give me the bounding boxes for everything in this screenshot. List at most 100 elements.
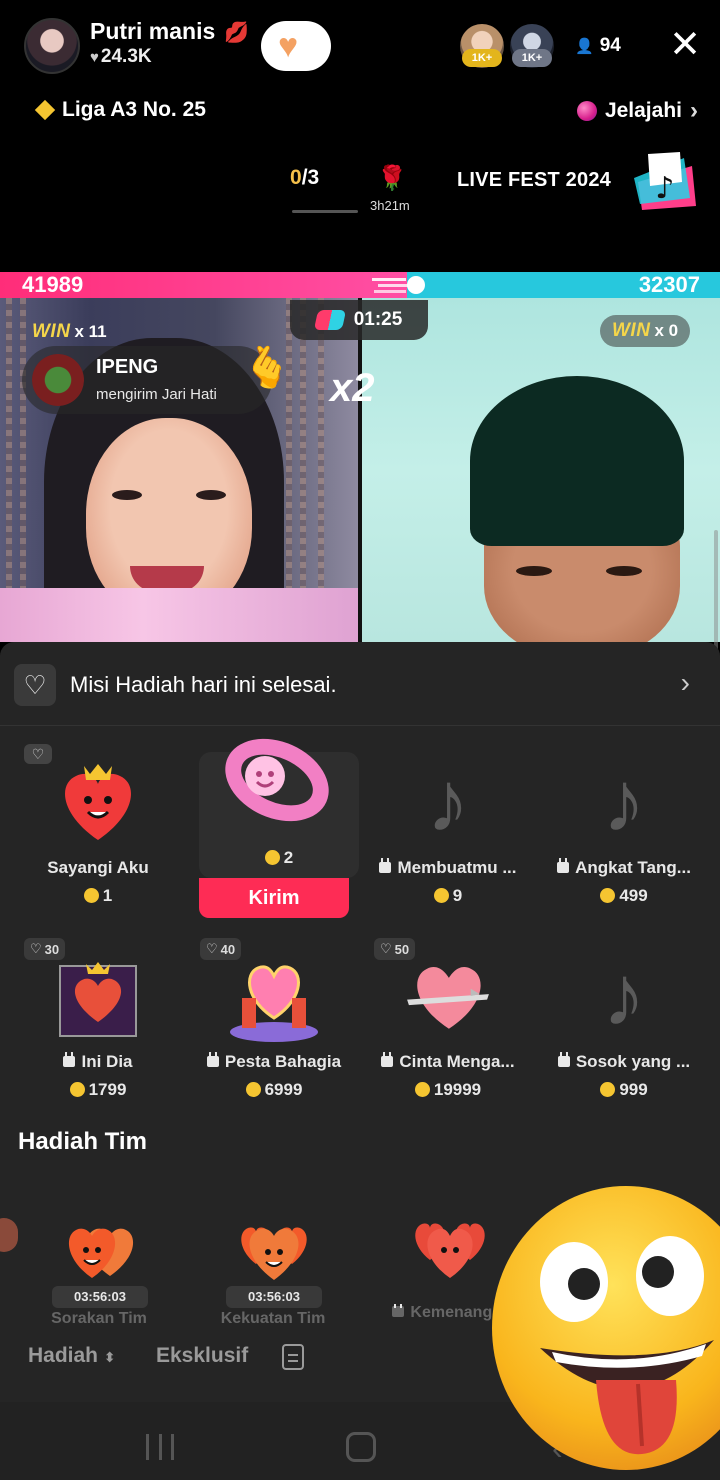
fan-club-button[interactable]: ♥ 3 (261, 21, 331, 71)
gift-name: Sayangi Aku (47, 858, 149, 877)
send-gift-button[interactable]: Kirim (199, 878, 349, 918)
gift-name: Cinta Menga... (368, 1052, 528, 1072)
battle-score-bar (0, 272, 720, 298)
close-icon[interactable]: ✕ (666, 26, 704, 64)
gift-card[interactable]: ♡ Sayangi Aku 1 (18, 744, 178, 930)
team-cheer-gift-image (52, 1204, 148, 1284)
battle-timer-value: 01:25 (353, 309, 403, 330)
coin-icon (264, 850, 280, 865)
score-left: 41989 (22, 272, 84, 297)
bracelet-gift-image (213, 726, 343, 846)
team-gift-timer: 03:56:03 (226, 1286, 322, 1308)
gift-name: Pesta Bahagia (194, 1052, 354, 1072)
gift-action: mengirim Jari Hati (96, 386, 217, 403)
host-avatar[interactable] (24, 18, 80, 74)
person-icon: 👤 (575, 38, 594, 55)
team-gifts-title: Hadiah Tim (18, 1128, 147, 1155)
svg-text:♪: ♪ (655, 171, 674, 206)
gift-name: Membuatmu ... (368, 858, 528, 878)
gift-card-selected[interactable]: 2 (199, 738, 359, 878)
tab-gift[interactable]: Hadiah ⬍ (28, 1344, 116, 1368)
gift-card[interactable]: ♪ Membuatmu ... 9 (368, 744, 528, 930)
chevron-right-icon: › (690, 97, 698, 124)
live-fest-label[interactable]: LIVE FEST 2024 (457, 169, 611, 192)
explore-label: Jelajahi (604, 99, 682, 122)
gift-price: 999 (544, 1080, 704, 1100)
viewer-count-value: 94 (599, 35, 621, 56)
heart-outline-icon: ♡ (14, 664, 56, 706)
team-gift-name: Sorakan Tim (51, 1310, 147, 1327)
win-count: x 0 (654, 321, 679, 340)
tab-exclusive[interactable]: Eksklusif (156, 1344, 248, 1368)
viewer-badge: 1K+ (462, 49, 502, 67)
sender-name: IPENG (96, 356, 159, 378)
coin-icon (245, 1082, 261, 1097)
gift-notification: IPENG mengirim Jari Hati (22, 346, 272, 414)
gift-box-icon[interactable] (282, 1344, 304, 1370)
tongue-out-emoji (492, 1186, 720, 1470)
team-gift-card[interactable]: 03:56:03 Sorakan Tim (34, 1204, 164, 1327)
explore-ball-icon (576, 101, 597, 121)
mission-total: /3 (301, 166, 320, 189)
gift-name: Sosok yang ... (544, 1052, 704, 1072)
league-rank[interactable]: Liga A3 No. 25 (34, 98, 206, 122)
live-fest-logo-icon[interactable]: ♪ (630, 152, 700, 214)
gift-card[interactable]: ♡ 40 Pesta Bahagia 6999 (194, 938, 354, 1124)
fan-heart-icon: ♥ 3 (278, 27, 316, 65)
rose-gift-icon[interactable]: 🌹 (362, 162, 422, 196)
mission-progress-bar (292, 210, 358, 213)
gift-price: 1 (18, 886, 178, 906)
coin-icon (69, 1082, 85, 1097)
win-label: WIN (32, 321, 71, 342)
boxing-gloves-icon (313, 310, 346, 330)
gift-multiplier: x2 (330, 366, 375, 410)
tiktok-logo-icon: ♪ (426, 754, 470, 850)
host-likes-count: 24.3K (100, 46, 152, 67)
gift-card[interactable]: ♡ 50 Cinta Menga... 19999 (368, 938, 528, 1124)
mission-progress[interactable]: 0/3 (290, 166, 319, 190)
team-gift-name: Kekuatan Tim (220, 1310, 326, 1327)
team-gift-card[interactable]: 03:56:03 Kekuatan Tim (208, 1204, 338, 1327)
lock-icon (557, 858, 570, 873)
gift-name: Ini Dia (18, 1052, 178, 1072)
home-icon[interactable] (346, 1432, 376, 1462)
fan-level: 3 (309, 48, 316, 62)
gift-price: 19999 (368, 1080, 528, 1100)
gift-mission-text: Misi Hadiah hari ini selesai. (70, 672, 337, 697)
sender-avatar[interactable] (32, 354, 84, 406)
coin-icon (433, 888, 449, 903)
host-name[interactable]: Putri manis (90, 18, 215, 45)
party-castle-gift-image (224, 946, 324, 1046)
diamond-icon (34, 99, 56, 121)
win-count: x 11 (74, 322, 107, 341)
gift-price: 499 (544, 886, 704, 906)
viewer-badge: 1K+ (512, 49, 552, 67)
recent-apps-icon[interactable] (146, 1434, 174, 1460)
host-clothing (0, 588, 358, 642)
gift-mission-row[interactable]: ♡ Misi Hadiah hari ini selesai. › (0, 642, 720, 726)
coin-icon (600, 888, 616, 903)
lock-icon (379, 858, 392, 873)
opponent-video[interactable] (362, 298, 720, 642)
host-eye (196, 490, 226, 500)
heart-icon: ♥ (90, 49, 99, 66)
gift-price: 6999 (194, 1080, 354, 1100)
win-label: WIN (612, 320, 651, 341)
win-streak-left: WIN x 11 (22, 316, 119, 348)
gift-card[interactable]: ♡ 30 Ini Dia 1799 (18, 938, 178, 1124)
tiktok-logo-icon: ♪ (602, 948, 646, 1044)
chevron-right-icon: › (680, 667, 690, 698)
explore-button[interactable]: Jelajahi › (576, 97, 698, 125)
opponent-eye (606, 566, 642, 576)
lock-icon (381, 1052, 394, 1067)
host-eye (112, 490, 142, 500)
lock-icon (557, 1052, 570, 1067)
live-header: Putri manis 💋 ♥ 24.3K ♥ 3 1K+ 1K+ 👤 94 ✕ (0, 0, 720, 92)
viewer-count[interactable]: 👤 94 (575, 35, 621, 57)
gift-card[interactable]: ♪ Sosok yang ... 999 (544, 938, 704, 1124)
gift-card[interactable]: ♪ Angkat Tang... 499 (544, 744, 704, 930)
score-right: 32307 (638, 272, 700, 297)
team-victory-gift-image (402, 1204, 498, 1284)
team-power-gift-image (226, 1204, 322, 1284)
heart-crown-gift-image (48, 752, 148, 852)
